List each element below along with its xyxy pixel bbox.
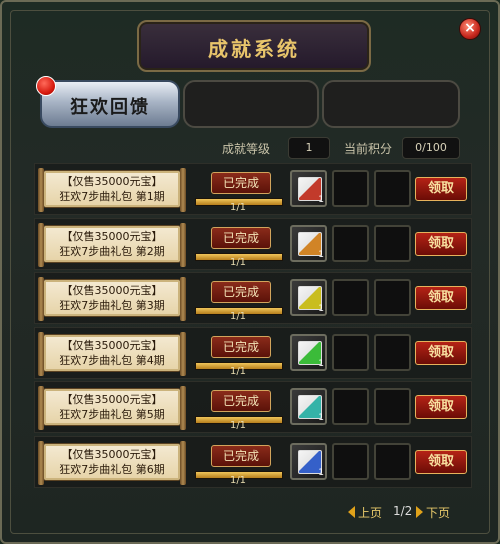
next-page-link[interactable]: 下页 [426, 504, 450, 521]
window-title: 成就系统 [208, 37, 300, 61]
reward-slot-3[interactable] [374, 279, 411, 316]
reward-scroll: 【仅售35000元宝】 狂欢7步曲礼包 第5期 [38, 386, 186, 430]
prev-arrow-icon[interactable] [348, 506, 355, 518]
tab-carnival-feedback[interactable]: 狂欢回馈 [40, 80, 180, 128]
level-value: 1 [288, 137, 330, 159]
reward-price-line: 【仅售35000元宝】 [61, 448, 163, 461]
reward-name-line: 狂欢7步曲礼包 第5期 [59, 408, 165, 421]
achievement-window: 成就系统 × 狂欢回馈 成就等级 1 当前积分 0/100 【仅售35000元宝… [0, 0, 500, 544]
pagination: 上页 1/2 下页 [342, 502, 462, 522]
tab-empty-2 [183, 80, 319, 128]
reward-scroll: 【仅售35000元宝】 狂欢7步曲礼包 第4期 [38, 332, 186, 376]
status-completed-button: 已完成 [211, 172, 271, 194]
title-banner: 成就系统 [137, 20, 371, 72]
reward-price-line: 【仅售35000元宝】 [61, 339, 163, 352]
reward-slot-3[interactable] [374, 388, 411, 425]
reward-slot-3[interactable] [374, 170, 411, 207]
reward-slot-1[interactable]: 1 [290, 334, 327, 371]
progress-text: 1/1 [229, 475, 247, 486]
item-count: 1 [318, 468, 324, 478]
achievement-row: 【仅售35000元宝】 狂欢7步曲礼包 第6期 已完成 1/1 1 领取 [34, 436, 472, 488]
reward-slot-1[interactable]: 1 [290, 388, 327, 425]
claim-button[interactable]: 领取 [415, 450, 467, 474]
reward-slot-3[interactable] [374, 334, 411, 371]
achievement-row: 【仅售35000元宝】 狂欢7步曲礼包 第3期 已完成 1/1 1 领取 [34, 272, 472, 324]
achievement-row: 【仅售35000元宝】 狂欢7步曲礼包 第5期 已完成 1/1 1 领取 [34, 381, 472, 433]
reward-price-line: 【仅售35000元宝】 [61, 230, 163, 243]
status-completed-button: 已完成 [211, 336, 271, 358]
next-arrow-icon[interactable] [416, 506, 423, 518]
reward-slot-3[interactable] [374, 225, 411, 262]
status-completed-button: 已完成 [211, 390, 271, 412]
reward-slot-2[interactable] [332, 443, 369, 480]
reward-slot-1[interactable]: 1 [290, 170, 327, 207]
claim-button[interactable]: 领取 [415, 395, 467, 419]
close-icon[interactable]: × [459, 18, 481, 40]
prev-page-link[interactable]: 上页 [358, 504, 382, 521]
points-value: 0/100 [402, 137, 460, 159]
achievement-row: 【仅售35000元宝】 狂欢7步曲礼包 第4期 已完成 1/1 1 领取 [34, 327, 472, 379]
reward-scroll: 【仅售35000元宝】 狂欢7步曲礼包 第3期 [38, 277, 186, 321]
level-label: 成就等级 [222, 142, 271, 156]
points-label: 当前积分 [344, 142, 393, 156]
progress-text: 1/1 [229, 366, 247, 377]
status-completed-button: 已完成 [211, 445, 271, 467]
claim-button[interactable]: 领取 [415, 341, 467, 365]
achievement-row: 【仅售35000元宝】 狂欢7步曲礼包 第1期 已完成 1/1 1 领取 [34, 163, 472, 215]
reward-slot-2[interactable] [332, 334, 369, 371]
status-completed-button: 已完成 [211, 227, 271, 249]
progress-text: 1/1 [229, 420, 247, 431]
progress-text: 1/1 [229, 257, 247, 268]
reward-slot-1[interactable]: 1 [290, 225, 327, 262]
item-count: 1 [318, 359, 324, 369]
achievement-row: 【仅售35000元宝】 狂欢7步曲礼包 第2期 已完成 1/1 1 领取 [34, 218, 472, 270]
reward-name-line: 狂欢7步曲礼包 第6期 [59, 463, 165, 476]
reward-scroll: 【仅售35000元宝】 狂欢7步曲礼包 第6期 [38, 441, 186, 485]
reward-name-line: 狂欢7步曲礼包 第3期 [59, 299, 165, 312]
reward-price-line: 【仅售35000元宝】 [61, 175, 163, 188]
claim-button[interactable]: 领取 [415, 286, 467, 310]
item-count: 1 [318, 195, 324, 205]
reward-slot-2[interactable] [332, 170, 369, 207]
reward-name-line: 狂欢7步曲礼包 第4期 [59, 354, 165, 367]
reward-slot-2[interactable] [332, 279, 369, 316]
reward-name-line: 狂欢7步曲礼包 第1期 [59, 190, 165, 203]
reward-scroll: 【仅售35000元宝】 狂欢7步曲礼包 第1期 [38, 168, 186, 212]
reward-slot-2[interactable] [332, 225, 369, 262]
notification-badge-icon [36, 76, 56, 96]
stats-bar: 成就等级 1 当前积分 0/100 [204, 136, 462, 159]
reward-name-line: 狂欢7步曲礼包 第2期 [59, 245, 165, 258]
reward-slot-1[interactable]: 1 [290, 443, 327, 480]
tab-label: 狂欢回馈 [70, 97, 150, 118]
reward-slot-2[interactable] [332, 388, 369, 425]
reward-slot-1[interactable]: 1 [290, 279, 327, 316]
status-completed-button: 已完成 [211, 281, 271, 303]
reward-slot-3[interactable] [374, 443, 411, 480]
item-count: 1 [318, 250, 324, 260]
item-count: 1 [318, 413, 324, 423]
progress-text: 1/1 [229, 311, 247, 322]
page-indicator: 1/2 [393, 504, 413, 518]
item-count: 1 [318, 304, 324, 314]
reward-scroll: 【仅售35000元宝】 狂欢7步曲礼包 第2期 [38, 223, 186, 267]
claim-button[interactable]: 领取 [415, 232, 467, 256]
reward-price-line: 【仅售35000元宝】 [61, 284, 163, 297]
claim-button[interactable]: 领取 [415, 177, 467, 201]
reward-price-line: 【仅售35000元宝】 [61, 393, 163, 406]
progress-text: 1/1 [229, 202, 247, 213]
tab-empty-3 [322, 80, 460, 128]
